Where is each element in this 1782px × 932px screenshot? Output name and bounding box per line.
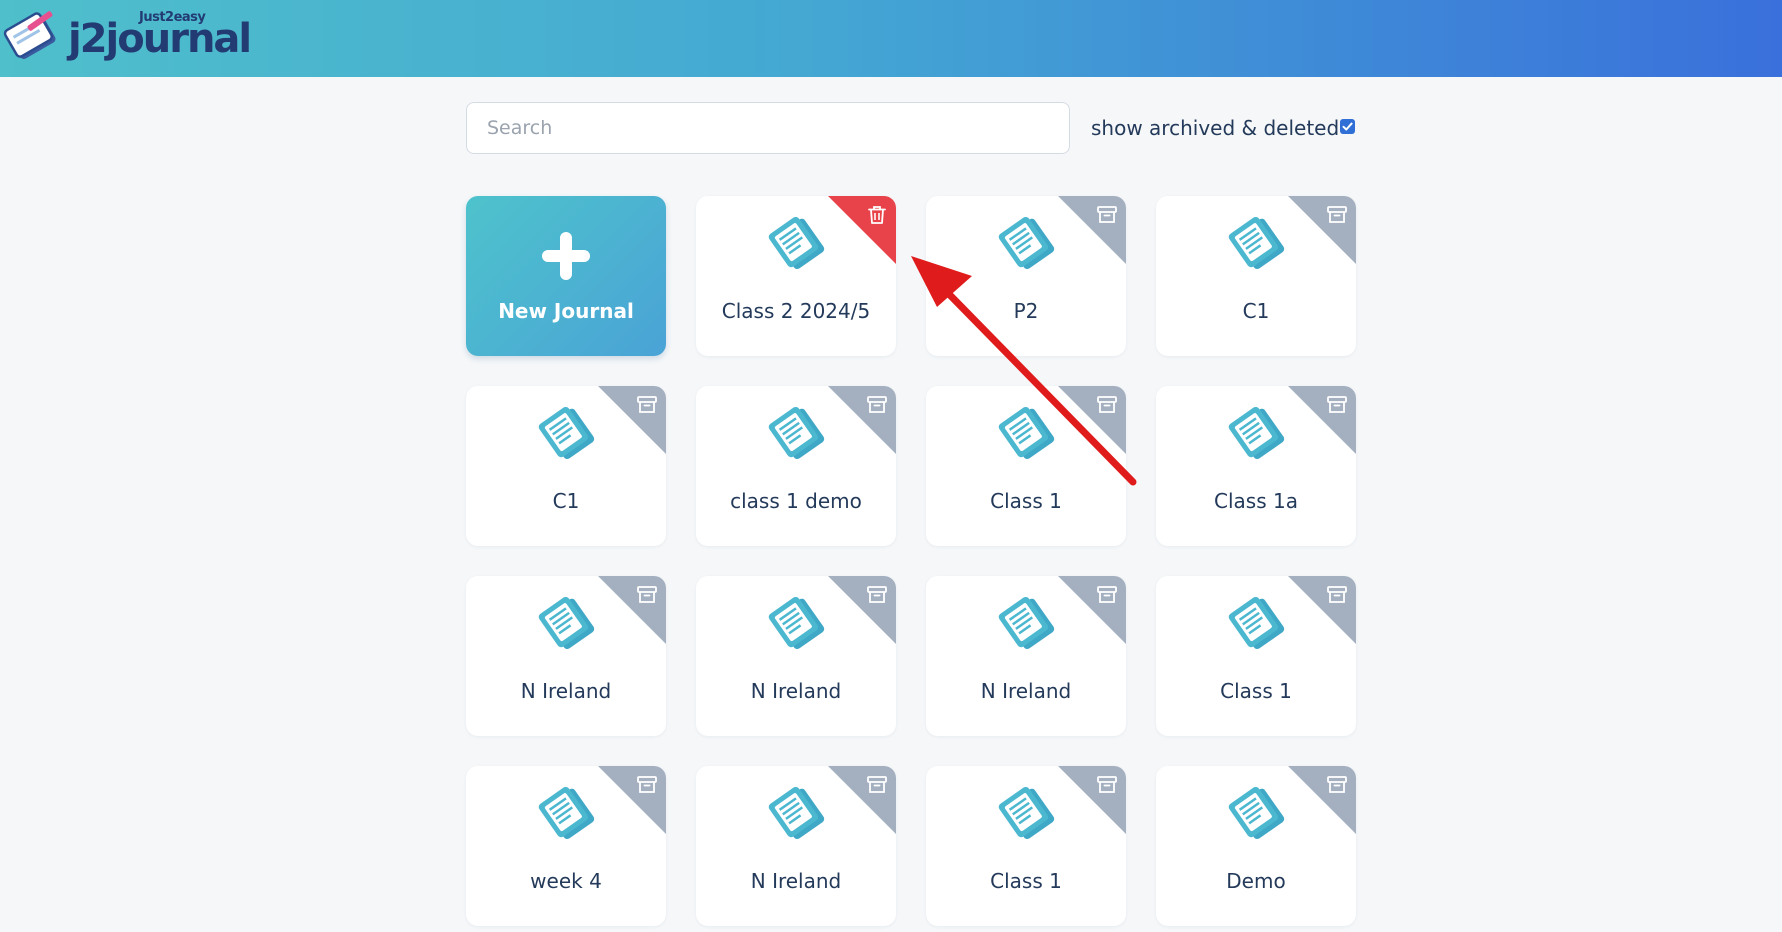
- check-icon: [1342, 122, 1353, 131]
- journal-title: week 4: [530, 869, 602, 893]
- journal-icon: [998, 786, 1055, 840]
- show-archived-label: show archived & deleted: [1091, 116, 1340, 140]
- journal-icon: [768, 786, 825, 840]
- journal-card[interactable]: N Ireland: [466, 576, 666, 736]
- deleted-badge[interactable]: [828, 196, 896, 264]
- archived-badge[interactable]: [1058, 196, 1126, 264]
- journal-title: Demo: [1226, 869, 1286, 893]
- journal-title: N Ireland: [980, 679, 1072, 703]
- journal-card[interactable]: Class 1: [926, 386, 1126, 546]
- archive-icon[interactable]: [1326, 774, 1348, 796]
- journal-card[interactable]: Class 1a: [1156, 386, 1356, 546]
- archived-badge[interactable]: [598, 766, 666, 834]
- journal-card[interactable]: Class 1: [926, 766, 1126, 926]
- archive-icon[interactable]: [866, 394, 888, 416]
- archived-badge[interactable]: [828, 576, 896, 644]
- journal-title: N Ireland: [750, 869, 842, 893]
- archived-badge[interactable]: [1288, 386, 1356, 454]
- journal-title: C1: [1242, 299, 1270, 323]
- journal-title: Class 1: [1220, 679, 1292, 703]
- archived-badge[interactable]: [1058, 386, 1126, 454]
- journal-logo-icon: [3, 11, 56, 60]
- archive-icon[interactable]: [636, 394, 658, 416]
- show-archived-checkbox[interactable]: [1340, 119, 1355, 134]
- journal-icon: [998, 596, 1055, 650]
- archived-badge[interactable]: [598, 576, 666, 644]
- journal-title: N Ireland: [520, 679, 612, 703]
- archive-icon[interactable]: [1096, 204, 1118, 226]
- archive-icon[interactable]: [1326, 394, 1348, 416]
- journal-icon: [998, 216, 1055, 270]
- new-journal-button[interactable]: New Journal: [466, 196, 666, 356]
- journal-card[interactable]: Demo: [1156, 766, 1356, 926]
- journal-title: Class 1: [990, 869, 1062, 893]
- archived-badge[interactable]: [1058, 766, 1126, 834]
- journal-title: class 1 demo: [730, 489, 862, 513]
- journal-icon: [998, 406, 1055, 460]
- archived-badge[interactable]: [828, 386, 896, 454]
- archived-badge[interactable]: [598, 386, 666, 454]
- archive-icon[interactable]: [636, 584, 658, 606]
- app-header: Just2easy j2journal: [0, 0, 1782, 77]
- journal-card[interactable]: C1: [466, 386, 666, 546]
- search-input[interactable]: [466, 102, 1070, 154]
- logo-title: j2journal: [68, 16, 252, 62]
- journal-card[interactable]: N Ireland: [926, 576, 1126, 736]
- journal-title: C1: [552, 489, 580, 513]
- journal-icon: [538, 406, 595, 460]
- journal-card[interactable]: Class 2 2024/5: [696, 196, 896, 356]
- j2journal-logo[interactable]: Just2easy j2journal: [0, 4, 260, 70]
- archive-icon[interactable]: [866, 774, 888, 796]
- journal-title: N Ireland: [750, 679, 842, 703]
- archived-badge[interactable]: [1288, 576, 1356, 644]
- journal-icon: [768, 216, 825, 270]
- plus-icon: [542, 232, 590, 280]
- archive-icon[interactable]: [1096, 584, 1118, 606]
- archive-icon[interactable]: [636, 774, 658, 796]
- journal-icon: [1228, 786, 1285, 840]
- trash-icon[interactable]: [866, 204, 888, 226]
- journal-title: P2: [1013, 299, 1039, 323]
- journal-icon: [1228, 596, 1285, 650]
- journal-icon: [538, 596, 595, 650]
- journal-card[interactable]: N Ireland: [696, 576, 896, 736]
- archive-icon[interactable]: [1096, 774, 1118, 796]
- journal-icon: [768, 596, 825, 650]
- journal-icon: [768, 406, 825, 460]
- archived-badge[interactable]: [1288, 196, 1356, 264]
- archived-badge[interactable]: [1288, 766, 1356, 834]
- journal-card[interactable]: N Ireland: [696, 766, 896, 926]
- journal-icon: [1228, 406, 1285, 460]
- archive-icon[interactable]: [1326, 584, 1348, 606]
- archived-badge[interactable]: [828, 766, 896, 834]
- new-journal-label: New Journal: [498, 299, 634, 323]
- journal-card[interactable]: class 1 demo: [696, 386, 896, 546]
- journal-card[interactable]: C1: [1156, 196, 1356, 356]
- archive-icon[interactable]: [866, 584, 888, 606]
- journal-icon: [538, 786, 595, 840]
- journal-card[interactable]: Class 1: [1156, 576, 1356, 736]
- journal-card[interactable]: P2: [926, 196, 1126, 356]
- journal-title: Class 1a: [1214, 489, 1298, 513]
- archive-icon[interactable]: [1096, 394, 1118, 416]
- archived-badge[interactable]: [1058, 576, 1126, 644]
- journal-title: Class 1: [990, 489, 1062, 513]
- journal-card[interactable]: week 4: [466, 766, 666, 926]
- journal-title: Class 2 2024/5: [721, 299, 871, 323]
- journal-icon: [1228, 216, 1285, 270]
- archive-icon[interactable]: [1326, 204, 1348, 226]
